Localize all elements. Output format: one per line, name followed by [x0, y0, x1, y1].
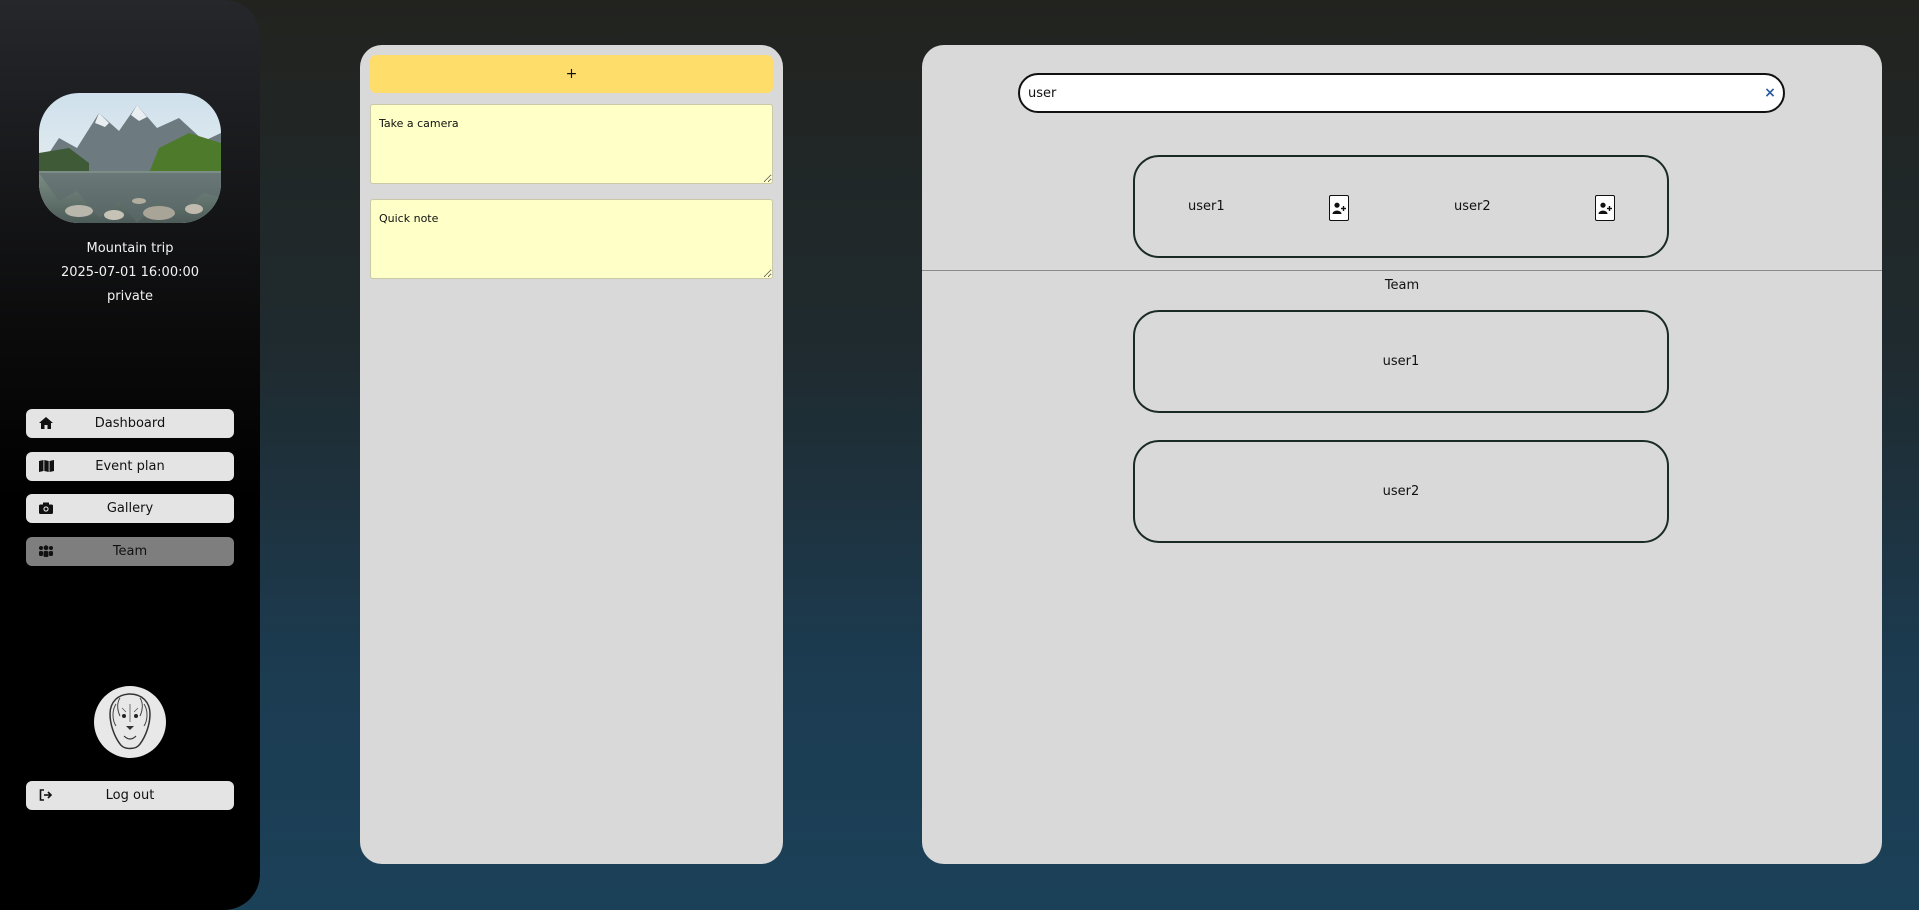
avatar[interactable]	[94, 686, 166, 758]
nav-event-plan-label: Event plan	[95, 459, 165, 474]
map-icon	[38, 459, 54, 473]
team-member-name: user2	[1382, 484, 1420, 499]
add-user-button[interactable]	[1329, 195, 1349, 221]
team-member-card[interactable]: user2	[1133, 440, 1669, 543]
nav-team-label: Team	[112, 544, 148, 559]
note-textarea[interactable]: Take a camera	[370, 104, 773, 184]
add-note-button[interactable]: +	[370, 55, 773, 93]
logout-button[interactable]: Log out	[26, 781, 234, 810]
team-member-name: user1	[1382, 354, 1420, 369]
nav-dashboard-label: Dashboard	[94, 416, 166, 431]
users-icon	[38, 544, 54, 558]
add-user-button[interactable]	[1595, 195, 1615, 221]
clear-search-button[interactable]: ×	[1761, 83, 1779, 103]
search-input[interactable]	[1028, 81, 1748, 105]
nav-gallery[interactable]: Gallery	[26, 494, 234, 523]
nav-dashboard[interactable]: Dashboard	[26, 409, 234, 438]
nav-team[interactable]: Team	[26, 537, 234, 566]
event-name: Mountain trip	[86, 241, 174, 256]
team-member-card[interactable]: user1	[1133, 310, 1669, 413]
notes-panel: + Take a camera Quick note	[360, 45, 783, 864]
user-plus-icon	[1598, 202, 1612, 214]
camera-icon	[38, 501, 54, 515]
sidebar: Mountain trip 2025-07-01 16:00:00 privat…	[0, 0, 260, 910]
user-search: ×	[1018, 73, 1785, 113]
team-panel: × user1 user2 Team user1 user2	[922, 45, 1882, 864]
logout-label: Log out	[105, 788, 155, 803]
home-icon	[38, 416, 54, 430]
lion-avatar-icon	[109, 693, 151, 750]
nav-gallery-label: Gallery	[106, 501, 154, 516]
event-visibility: private	[107, 289, 153, 304]
nav-event-plan[interactable]: Event plan	[26, 452, 234, 481]
search-result-name: user2	[1454, 199, 1491, 214]
team-heading: Team	[1384, 278, 1420, 293]
search-result-name: user1	[1188, 199, 1225, 214]
note-textarea[interactable]: Quick note	[370, 199, 773, 279]
divider	[922, 270, 1882, 271]
event-datetime: 2025-07-01 16:00:00	[60, 265, 200, 280]
user-plus-icon	[1332, 202, 1346, 214]
search-results: user1 user2	[1133, 155, 1669, 258]
event-cover-image	[39, 93, 221, 223]
logout-icon	[38, 788, 54, 802]
